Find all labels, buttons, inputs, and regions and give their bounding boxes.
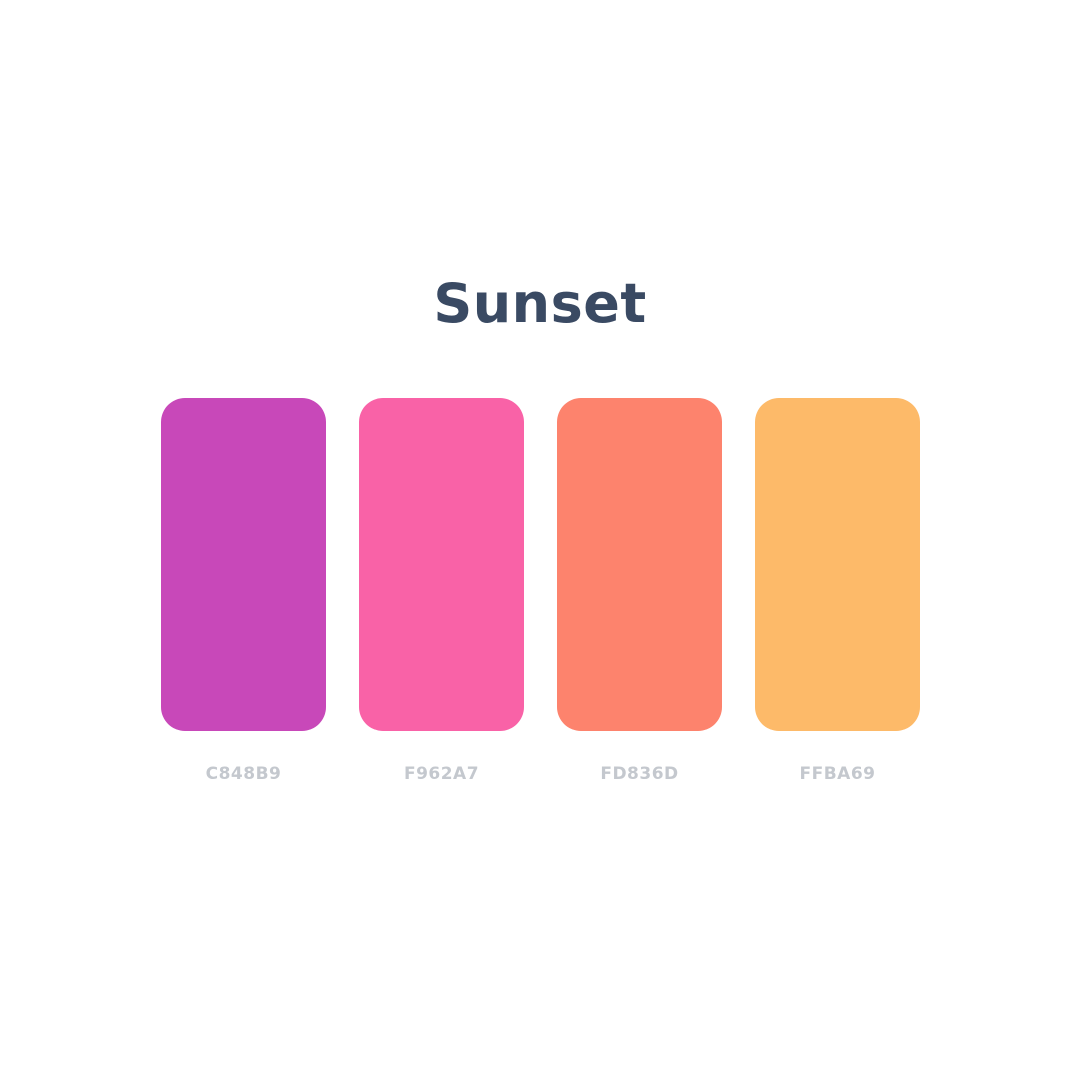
hex-code-label: FFBA69 (799, 764, 876, 784)
swatch-card: FFBA69 (755, 398, 920, 784)
hex-code-label: C848B9 (205, 764, 282, 784)
swatch-row: C848B9 F962A7 FD836D FFBA69 (161, 398, 920, 784)
hex-code-label: F962A7 (403, 764, 480, 784)
color-swatch[interactable] (161, 398, 326, 731)
swatch-card: C848B9 (161, 398, 326, 784)
color-swatch[interactable] (359, 398, 524, 731)
hex-code-label: FD836D (600, 764, 679, 784)
color-swatch[interactable] (755, 398, 920, 731)
swatch-card: F962A7 (359, 398, 524, 784)
swatch-card: FD836D (557, 398, 722, 784)
color-swatch[interactable] (557, 398, 722, 731)
palette-title: Sunset (433, 272, 647, 335)
